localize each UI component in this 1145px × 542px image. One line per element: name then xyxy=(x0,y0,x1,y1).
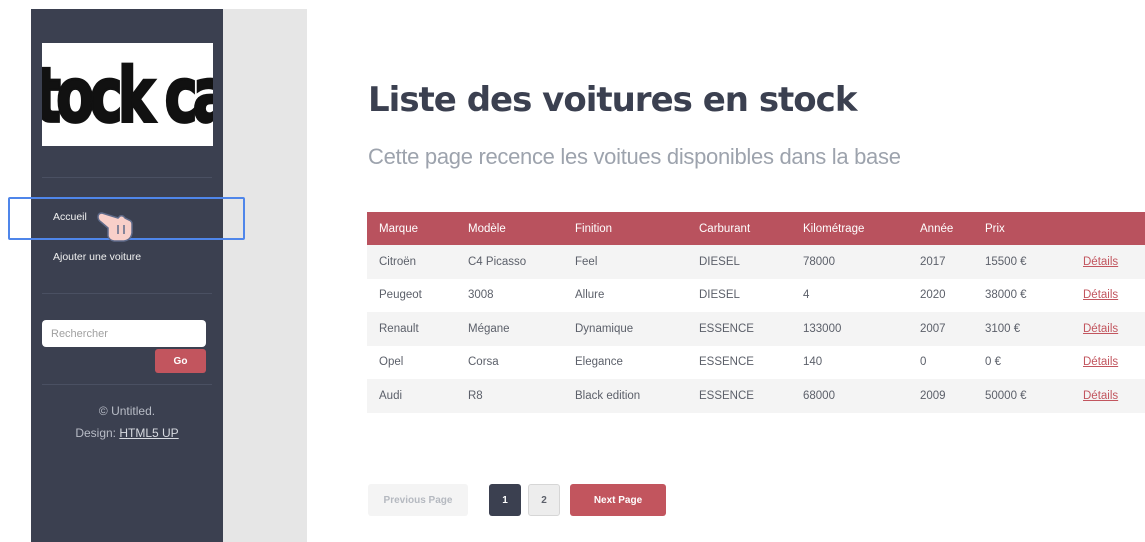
cell-prix: 15500 € xyxy=(973,245,1071,279)
cell-details: Détails xyxy=(1071,245,1145,279)
previous-page-button[interactable]: Previous Page xyxy=(368,484,468,516)
cell-annee: 0 xyxy=(908,345,973,379)
column-header-actions xyxy=(1071,212,1145,245)
details-link[interactable]: Détails xyxy=(1083,256,1118,268)
cell-prix: 0 € xyxy=(973,345,1071,379)
table-row: Opel Corsa Elegance ESSENCE 140 0 0 € Dé… xyxy=(367,345,1145,379)
cell-annee: 2009 xyxy=(908,379,973,413)
cell-annee: 2007 xyxy=(908,312,973,346)
cars-table: Marque Modèle Finition Carburant Kilomét… xyxy=(367,212,1145,413)
next-page-button[interactable]: Next Page xyxy=(570,484,666,516)
column-header-finition: Finition xyxy=(563,212,687,245)
cell-carburant: DIESEL xyxy=(687,278,791,312)
table-row: Citroën C4 Picasso Feel DIESEL 78000 201… xyxy=(367,245,1145,279)
column-header-prix: Prix xyxy=(973,212,1071,245)
sidebar-gutter xyxy=(223,9,307,542)
details-link[interactable]: Détails xyxy=(1083,323,1118,335)
details-link[interactable]: Détails xyxy=(1083,390,1118,402)
cell-kilometrage: 68000 xyxy=(791,379,908,413)
cell-details: Détails xyxy=(1071,345,1145,379)
cell-details: Détails xyxy=(1071,379,1145,413)
column-header-marque: Marque xyxy=(367,212,456,245)
table-row: Renault Mégane Dynamique ESSENCE 133000 … xyxy=(367,312,1145,346)
page-subtitle: Cette page recence les voitues disponibl… xyxy=(368,144,901,169)
logo-text: stock car xyxy=(42,51,213,140)
cell-carburant: DIESEL xyxy=(687,245,791,279)
footer-copyright: © Untitled. xyxy=(98,404,156,418)
cell-finition: Dynamique xyxy=(563,312,687,346)
cell-modele: C4 Picasso xyxy=(456,245,563,279)
cell-prix: 38000 € xyxy=(973,278,1071,312)
page-root: stock car Accueil Ajouter une voiture Go… xyxy=(0,0,1145,542)
cell-annee: 2020 xyxy=(908,278,973,312)
table-row: Audi R8 Black edition ESSENCE 68000 2009… xyxy=(367,379,1145,413)
cell-finition: Feel xyxy=(563,245,687,279)
cell-kilometrage: 133000 xyxy=(791,312,908,346)
column-header-carburant: Carburant xyxy=(687,212,791,245)
sidebar-item-ajouter-une-voiture[interactable]: Ajouter une voiture xyxy=(53,251,141,263)
table-row: Peugeot 3008 Allure DIESEL 4 2020 38000 … xyxy=(367,278,1145,312)
cell-finition: Black edition xyxy=(563,379,687,413)
cell-carburant: ESSENCE xyxy=(687,345,791,379)
cell-details: Détails xyxy=(1071,312,1145,346)
sidebar-divider xyxy=(42,293,212,294)
cell-kilometrage: 140 xyxy=(791,345,908,379)
cell-marque: Peugeot xyxy=(367,278,456,312)
cell-carburant: ESSENCE xyxy=(687,379,791,413)
page-1-button[interactable]: 1 xyxy=(489,484,521,516)
cell-details: Détails xyxy=(1071,278,1145,312)
cell-modele: Mégane xyxy=(456,312,563,346)
sidebar-divider xyxy=(42,177,212,178)
footer-design-label: Design: xyxy=(75,426,116,440)
cell-marque: Renault xyxy=(367,312,456,346)
footer-design-link[interactable]: HTML5 UP xyxy=(119,426,178,440)
cell-modele: Corsa xyxy=(456,345,563,379)
cell-marque: Citroën xyxy=(367,245,456,279)
cell-finition: Elegance xyxy=(563,345,687,379)
cell-kilometrage: 78000 xyxy=(791,245,908,279)
cell-marque: Audi xyxy=(367,379,456,413)
search-input[interactable] xyxy=(42,320,206,347)
go-button[interactable]: Go xyxy=(155,349,206,373)
table-header-row: Marque Modèle Finition Carburant Kilomét… xyxy=(367,212,1145,245)
cell-finition: Allure xyxy=(563,278,687,312)
column-header-annee: Année xyxy=(908,212,973,245)
footer-design: Design: HTML5 UP xyxy=(42,426,212,440)
details-link[interactable]: Détails xyxy=(1083,289,1118,301)
cell-prix: 3100 € xyxy=(973,312,1071,346)
cell-modele: 3008 xyxy=(456,278,563,312)
stock-car-logo: stock car xyxy=(42,43,213,146)
cell-marque: Opel xyxy=(367,345,456,379)
page-title: Liste des voitures en stock xyxy=(368,80,857,120)
page-2-button[interactable]: 2 xyxy=(528,484,560,516)
pointing-hand-cursor-icon xyxy=(96,207,144,249)
cell-prix: 50000 € xyxy=(973,379,1071,413)
details-link[interactable]: Détails xyxy=(1083,356,1118,368)
sidebar-divider xyxy=(42,384,212,385)
cell-kilometrage: 4 xyxy=(791,278,908,312)
cell-carburant: ESSENCE xyxy=(687,312,791,346)
column-header-modele: Modèle xyxy=(456,212,563,245)
cell-annee: 2017 xyxy=(908,245,973,279)
column-header-kilometrage: Kilométrage xyxy=(791,212,908,245)
cell-modele: R8 xyxy=(456,379,563,413)
